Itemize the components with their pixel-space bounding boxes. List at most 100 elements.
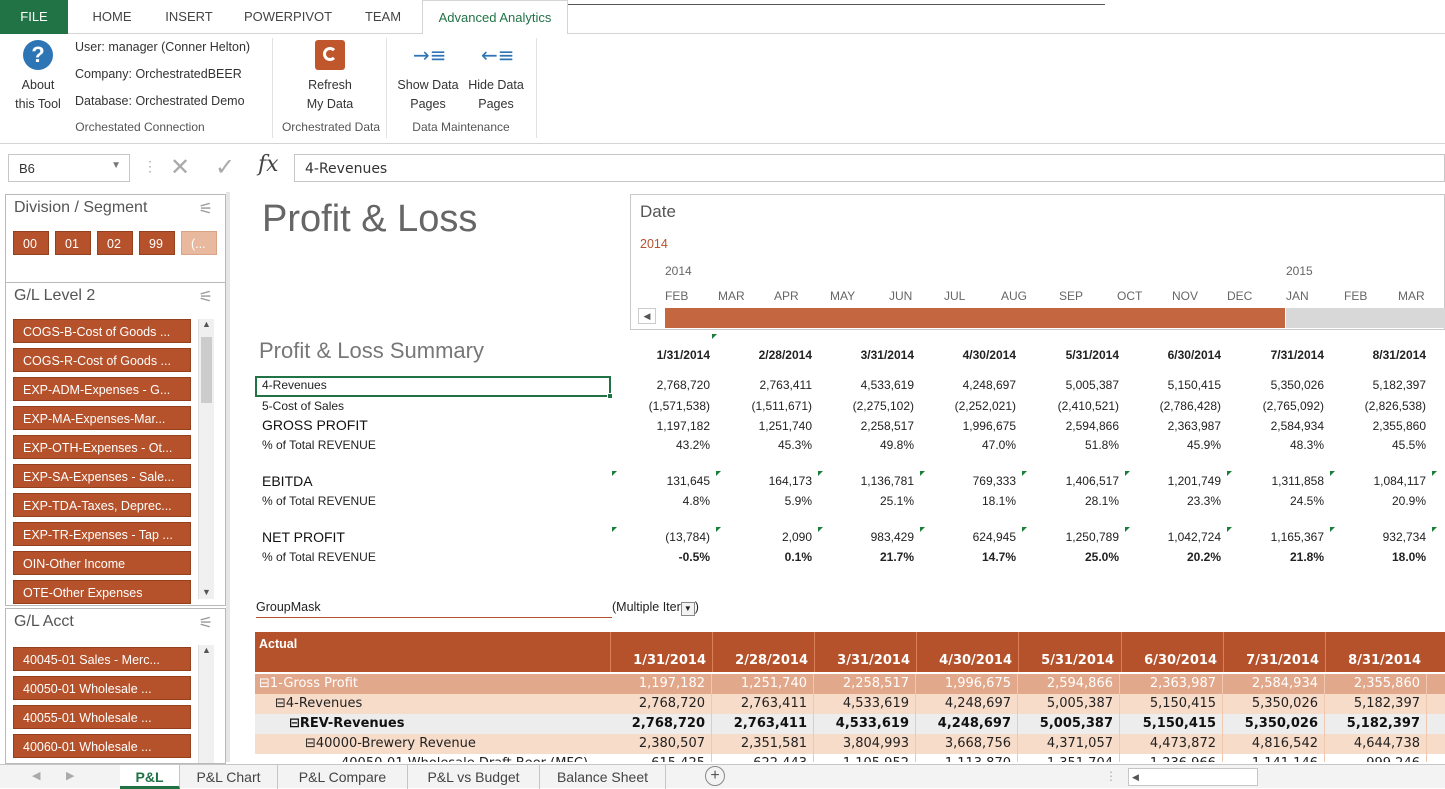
slicer-item-acct[interactable]: 40055-01 Wholesale ...: [13, 705, 191, 729]
slicer-item-gl2[interactable]: EXP-MA-Expenses-Mar...: [13, 406, 191, 430]
timeline-month[interactable]: OCT: [1117, 289, 1142, 303]
scroll-up-icon[interactable]: ▲: [199, 645, 214, 655]
slicer-item-gl2[interactable]: EXP-TDA-Taxes, Deprec...: [13, 493, 191, 517]
pivot-row[interactable]: ⊟4-Revenues 2,768,720 2,763,411 4,533,619 4,…: [255, 694, 1445, 714]
pivot-cell: 2,258,517: [814, 674, 916, 694]
timeline-month[interactable]: AUG: [1001, 289, 1027, 303]
pivot-date-col: 8/31/2014: [1325, 632, 1427, 672]
timeline-scroll-left-icon[interactable]: ◀: [638, 308, 656, 324]
slicer-item[interactable]: (...: [181, 231, 217, 255]
add-sheet-icon[interactable]: +: [705, 766, 725, 786]
sheet-tab-balance-sheet[interactable]: Balance Sheet: [540, 765, 666, 789]
timeline-unselected-range[interactable]: [1286, 308, 1445, 328]
slicer-item-acct[interactable]: 40045-01 Sales - Merc...: [13, 647, 191, 671]
slicer-item-gl2[interactable]: EXP-OTH-Expenses - Ot...: [13, 435, 191, 459]
fill-handle[interactable]: [607, 393, 613, 399]
sheet-tab-pl-vs-budget[interactable]: P&L vs Budget: [408, 765, 540, 789]
clear-filter-icon[interactable]: ⚟: [199, 199, 213, 219]
pivot-row-label[interactable]: ⊟1-Gross Profit: [259, 674, 358, 694]
summary-date-header: 4/30/2014: [962, 348, 1016, 362]
tab-team[interactable]: TEAM: [348, 0, 418, 34]
refresh-button[interactable]: Refresh My Data: [290, 40, 370, 114]
tab-insert[interactable]: INSERT: [152, 0, 226, 34]
clear-filter-icon[interactable]: ⚟: [199, 287, 213, 307]
tab-advanced-analytics[interactable]: Advanced Analytics: [422, 0, 568, 35]
timeline-month[interactable]: DEC: [1227, 289, 1252, 303]
pivot-row[interactable]: 40050-01 Wholesale Draft Beer (MFC) 615,4…: [255, 754, 1445, 762]
summary-cell: (2,786,428): [1159, 399, 1221, 413]
timeline-month[interactable]: FEB: [1344, 289, 1367, 303]
hscroll-left-icon[interactable]: ◀: [1129, 772, 1139, 782]
horizontal-scrollbar[interactable]: ◀: [1128, 768, 1258, 786]
slicer-item-gl2[interactable]: EXP-ADM-Expenses - G...: [13, 377, 191, 401]
timeline-selected-range[interactable]: [665, 308, 1285, 328]
sheet-tab-pl[interactable]: P&L: [120, 765, 180, 789]
clear-filter-icon[interactable]: ⚟: [199, 613, 213, 633]
drag-handle-icon[interactable]: ⋮: [143, 158, 157, 175]
about-button[interactable]: ? About this Tool: [6, 40, 70, 114]
pivot-row-label[interactable]: 40050-01 Wholesale Draft Beer (MFC): [341, 754, 588, 762]
slicer-item-gl2[interactable]: EXP-TR-Expenses - Tap ...: [13, 522, 191, 546]
timeline-month[interactable]: SEP: [1059, 289, 1083, 303]
hide-pages-icon: ←≡: [481, 43, 515, 67]
name-box[interactable]: B6 ▼: [8, 154, 130, 182]
tab-scroll-left-icon[interactable]: ◀: [32, 769, 40, 782]
pivot-row[interactable]: ⊟REV-Revenues 2,768,720 2,763,411 4,533,619…: [255, 714, 1445, 734]
summary-cell: 25.1%: [879, 494, 914, 508]
tab-scroll-right-icon[interactable]: ▶: [66, 769, 74, 782]
timeline-month[interactable]: MAR: [1398, 289, 1425, 303]
selected-cell[interactable]: [255, 376, 611, 397]
chevron-down-icon[interactable]: ▼: [111, 160, 121, 171]
filter-value[interactable]: (Multiple Iter ▼): [612, 600, 699, 616]
slicer-item[interactable]: 99: [139, 231, 175, 255]
slicer-item-acct[interactable]: 40060-01 Wholesale ...: [13, 734, 191, 758]
pivot-row-label[interactable]: ⊟REV-Revenues: [289, 714, 404, 734]
scrollbar[interactable]: ▲ ▼: [198, 319, 214, 599]
show-data-pages-button[interactable]: →≡ Show Data Pages: [392, 40, 464, 114]
timeline-month[interactable]: APR: [774, 289, 799, 303]
sheet-tab-pl-compare[interactable]: P&L Compare: [278, 765, 408, 789]
summary-cell: 0.1%: [784, 550, 812, 564]
formula-input[interactable]: 4-Revenues: [294, 154, 1445, 182]
enter-icon[interactable]: ✓: [215, 153, 235, 182]
error-indicator: [612, 471, 617, 476]
timeline-month[interactable]: JUL: [944, 289, 965, 303]
timeline-month[interactable]: NOV: [1172, 289, 1198, 303]
pivot-cell: 1,351,704: [1018, 754, 1120, 762]
slicer-item[interactable]: 00: [13, 231, 49, 255]
tab-home[interactable]: HOME: [78, 0, 146, 34]
pivot-row[interactable]: ⊟40000-Brewery Revenue 2,380,507 2,351,581…: [255, 734, 1445, 754]
pivot-row-label[interactable]: ⊟40000-Brewery Revenue: [305, 734, 476, 754]
hide-data-pages-button[interactable]: ←≡ Hide Data Pages: [462, 40, 530, 114]
timeline-month[interactable]: JUN: [889, 289, 912, 303]
summary-cell: 164,173: [768, 474, 812, 488]
scroll-thumb[interactable]: [201, 337, 212, 403]
pivot-row-label[interactable]: ⊟4-Revenues: [275, 694, 362, 714]
cancel-icon[interactable]: ✕: [170, 153, 190, 182]
slicer-item-gl2[interactable]: COGS-R-Cost of Goods ...: [13, 348, 191, 372]
slicer-item[interactable]: 01: [55, 231, 91, 255]
slicer-item-gl2[interactable]: COGS-B-Cost of Goods ...: [13, 319, 191, 343]
error-indicator: [1227, 471, 1232, 476]
help-icon: ?: [23, 40, 53, 70]
timeline-month[interactable]: FEB: [665, 289, 688, 303]
timeline-month[interactable]: MAR: [718, 289, 745, 303]
insert-function-icon[interactable]: fx: [258, 152, 279, 177]
sheet-tab-pl-chart[interactable]: P&L Chart: [180, 765, 278, 789]
tab-powerpivot[interactable]: POWERPIVOT: [232, 0, 344, 34]
pivot-row[interactable]: ⊟1-Gross Profit 1,197,182 1,251,740 2,258,5…: [255, 674, 1445, 694]
timeline-month[interactable]: JAN: [1286, 289, 1309, 303]
scroll-down-icon[interactable]: ▼: [199, 587, 214, 597]
tab-file[interactable]: FILE: [0, 0, 68, 34]
slicer-item[interactable]: 02: [97, 231, 133, 255]
timeline-month[interactable]: MAY: [830, 289, 855, 303]
summary-cell: 18.1%: [981, 494, 1016, 508]
slicer-item-gl2[interactable]: EXP-SA-Expenses - Sale...: [13, 464, 191, 488]
scrollbar[interactable]: ▲: [198, 645, 214, 763]
slicer-item-acct[interactable]: 40050-01 Wholesale ...: [13, 676, 191, 700]
slicer-item-gl2[interactable]: OIN-Other Income: [13, 551, 191, 575]
slicer-item-gl2[interactable]: OTE-Other Expenses: [13, 580, 191, 604]
splitter-icon[interactable]: ⋮: [1105, 769, 1117, 783]
filter-dropdown-icon[interactable]: ▼: [680, 602, 695, 616]
scroll-up-icon[interactable]: ▲: [199, 319, 214, 329]
